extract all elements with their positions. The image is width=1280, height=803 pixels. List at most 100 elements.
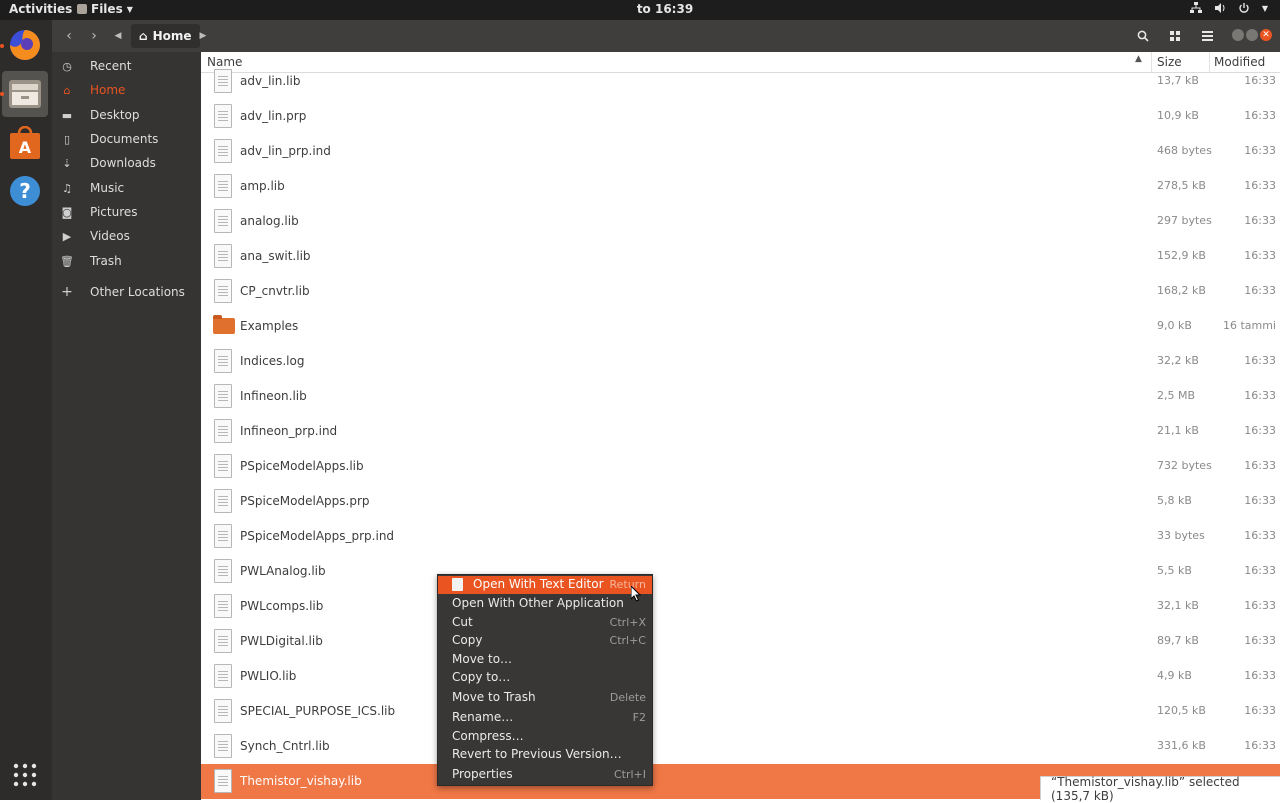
file-size: 331,6 kB bbox=[1157, 739, 1206, 752]
file-size: 10,9 kB bbox=[1157, 109, 1199, 122]
sidebar-item-recent[interactable]: ◷ Recent bbox=[52, 54, 201, 78]
menu-item-label: Open With Other Application bbox=[452, 596, 624, 610]
forward-button[interactable]: › bbox=[82, 24, 106, 48]
file-row[interactable]: adv_lin.prp 10,9 kB 16:33 bbox=[201, 99, 1280, 134]
file-size: 9,0 kB bbox=[1157, 319, 1192, 332]
file-row[interactable]: PSpiceModelApps_prp.ind 33 bytes 16:33 bbox=[201, 519, 1280, 554]
sidebar-item-home[interactable]: ⌂ Home bbox=[52, 78, 201, 102]
file-modified: 16:33 bbox=[1244, 284, 1276, 297]
menu-button[interactable] bbox=[1193, 24, 1221, 48]
clock[interactable]: to 16:39 bbox=[0, 2, 1280, 16]
sidebar-item-documents[interactable]: ▯ Documents bbox=[52, 127, 201, 151]
file-row[interactable]: adv_lin.lib 13,7 kB 16:33 bbox=[201, 64, 1280, 99]
maximize-button[interactable] bbox=[1246, 29, 1258, 41]
path-scroll-right-button[interactable]: ▶ bbox=[195, 24, 211, 48]
file-row[interactable]: Infineon_prp.ind 21,1 kB 16:33 bbox=[201, 414, 1280, 449]
selection-status: “Themistor_vishay.lib” selected (135,7 k… bbox=[1040, 775, 1280, 803]
context-menu-item[interactable]: Copy Ctrl+C bbox=[438, 632, 652, 650]
mouse-cursor-icon bbox=[631, 586, 641, 602]
file-name: PSpiceModelApps.prp bbox=[240, 494, 370, 508]
text-file-icon bbox=[214, 419, 232, 443]
sidebar-item-desktop[interactable]: ▬ Desktop bbox=[52, 103, 201, 127]
file-row[interactable]: analog.lib 297 bytes 16:33 bbox=[201, 204, 1280, 239]
file-size: 21,1 kB bbox=[1157, 424, 1199, 437]
dock: A ? bbox=[0, 20, 52, 800]
file-name: Indices.log bbox=[240, 354, 305, 368]
file-name: adv_lin_prp.ind bbox=[240, 144, 331, 158]
file-row[interactable]: PSpiceModelApps.lib 732 bytes 16:33 bbox=[201, 449, 1280, 484]
path-scroll-left-button[interactable]: ◀ bbox=[110, 24, 126, 48]
sidebar-item-label: Documents bbox=[90, 132, 159, 146]
search-button[interactable] bbox=[1129, 24, 1157, 48]
system-tray[interactable]: ▼ bbox=[1189, 2, 1268, 17]
menu-item-shortcut: Ctrl+C bbox=[609, 634, 646, 647]
file-row[interactable]: PWLcomps.lib 32,1 kB 16:33 bbox=[201, 589, 1280, 624]
sidebar-item-label: Recent bbox=[90, 59, 132, 73]
context-menu-item[interactable]: Move to Trash Delete bbox=[438, 689, 652, 707]
file-row[interactable]: PWLDigital.lib 89,7 kB 16:33 bbox=[201, 624, 1280, 659]
menu-item-label: Rename… bbox=[452, 710, 514, 724]
sidebar-item-pictures[interactable]: ◙ Pictures bbox=[52, 200, 201, 224]
file-name: PWLAnalog.lib bbox=[240, 564, 326, 578]
file-row[interactable]: Indices.log 32,2 kB 16:33 bbox=[201, 344, 1280, 379]
home-icon: ⌂ bbox=[139, 29, 148, 43]
file-name: Synch_Cntrl.lib bbox=[240, 739, 330, 753]
file-row[interactable]: amp.lib 278,5 kB 16:33 bbox=[201, 169, 1280, 204]
view-toggle-button[interactable] bbox=[1161, 24, 1189, 48]
network-icon bbox=[1189, 2, 1202, 17]
file-size: 278,5 kB bbox=[1157, 179, 1206, 192]
file-row[interactable]: adv_lin_prp.ind 468 bytes 16:33 bbox=[201, 134, 1280, 169]
context-menu-item[interactable]: Revert to Previous Version… bbox=[438, 746, 652, 764]
file-row[interactable]: Synch_Cntrl.lib 331,6 kB 16:33 bbox=[201, 729, 1280, 764]
breadcrumb-home[interactable]: ⌂ Home bbox=[131, 24, 200, 48]
file-modified: 16:33 bbox=[1244, 354, 1276, 367]
file-row[interactable]: Examples 9,0 kB 16 tammi bbox=[201, 309, 1280, 344]
file-row[interactable]: CP_cnvtr.lib 168,2 kB 16:33 bbox=[201, 274, 1280, 309]
back-button[interactable]: ‹ bbox=[57, 24, 81, 48]
minimize-button[interactable] bbox=[1232, 29, 1244, 41]
close-button[interactable]: ✕ bbox=[1260, 29, 1272, 41]
ubuntu-software-launcher[interactable]: A bbox=[2, 120, 48, 166]
menu-item-shortcut: F2 bbox=[632, 711, 646, 724]
file-row[interactable]: ana_swit.lib 152,9 kB 16:33 bbox=[201, 239, 1280, 274]
file-modified: 16:33 bbox=[1244, 109, 1276, 122]
text-file-icon bbox=[214, 734, 232, 758]
file-size: 5,8 kB bbox=[1157, 494, 1192, 507]
file-row[interactable]: SPECIAL_PURPOSE_ICS.lib 120,5 kB 16:33 bbox=[201, 694, 1280, 729]
context-menu-item[interactable]: Cut Ctrl+X bbox=[438, 614, 652, 632]
show-applications-button[interactable] bbox=[2, 752, 48, 798]
help-launcher[interactable]: ? bbox=[2, 168, 48, 214]
sidebar-item-trash[interactable]: 🗑 Trash bbox=[52, 249, 201, 273]
sidebar-item-label: Music bbox=[90, 181, 125, 195]
file-row[interactable]: Infineon.lib 2,5 MB 16:33 bbox=[201, 379, 1280, 414]
firefox-icon bbox=[10, 30, 40, 60]
menu-item-label: Open With Text Editor bbox=[473, 577, 604, 591]
sidebar-item-music[interactable]: ♫ Music bbox=[52, 176, 201, 200]
sidebar-item-label: Downloads bbox=[90, 156, 156, 170]
software-bag-icon: A bbox=[10, 126, 40, 159]
sidebar-item-downloads[interactable]: ⇣ Downloads bbox=[52, 151, 201, 175]
clock-icon: ◷ bbox=[62, 59, 72, 73]
sidebar-item-other-locations[interactable]: + Other Locations bbox=[52, 280, 201, 304]
context-menu-item[interactable]: Move to… bbox=[438, 651, 652, 669]
close-icon: ✕ bbox=[1262, 30, 1270, 40]
context-menu-item[interactable]: Open With Other Application bbox=[438, 595, 652, 613]
text-file-icon bbox=[214, 699, 232, 723]
sidebar-item-videos[interactable]: ▶ Videos bbox=[52, 224, 201, 248]
context-menu-item[interactable]: Properties Ctrl+I bbox=[438, 766, 652, 784]
firefox-launcher[interactable] bbox=[2, 22, 48, 68]
files-launcher[interactable] bbox=[2, 71, 48, 117]
search-icon bbox=[1137, 30, 1149, 42]
file-row[interactable]: PWLIO.lib 4,9 kB 16:33 bbox=[201, 659, 1280, 694]
context-menu-item[interactable]: Rename… F2 bbox=[438, 709, 652, 727]
menu-item-label: Move to Trash bbox=[452, 690, 536, 704]
file-row[interactable]: PSpiceModelApps.prp 5,8 kB 16:33 bbox=[201, 484, 1280, 519]
file-row[interactable]: PWLAnalog.lib 5,5 kB 16:33 bbox=[201, 554, 1280, 589]
file-size: 120,5 kB bbox=[1157, 704, 1206, 717]
context-menu-item[interactable]: Open With Text Editor Return bbox=[438, 576, 652, 594]
file-name: PWLcomps.lib bbox=[240, 599, 324, 613]
home-icon: ⌂ bbox=[63, 83, 71, 97]
context-menu-item[interactable]: Copy to… bbox=[438, 669, 652, 687]
context-menu-item[interactable]: Compress… bbox=[438, 728, 652, 746]
file-name: PWLDigital.lib bbox=[240, 634, 323, 648]
